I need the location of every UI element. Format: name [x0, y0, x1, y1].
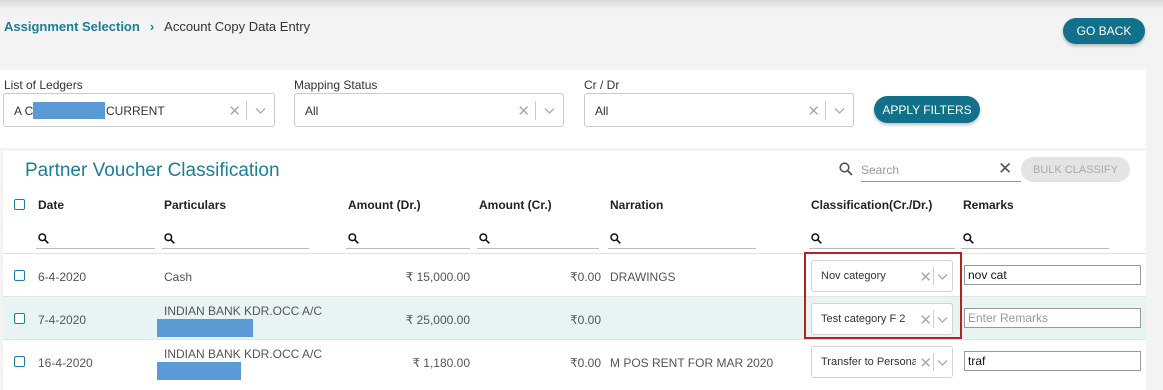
amount-dr-filter-input[interactable] [346, 229, 470, 249]
row-date: 16-4-2020 [38, 356, 93, 370]
column-header-particulars[interactable]: Particulars [164, 198, 226, 212]
mapping-status-label: Mapping Status [294, 78, 378, 92]
ledgers-select[interactable]: A C CURRENT ✕ [3, 93, 275, 127]
bulk-classify-button[interactable]: BULK CLASSIFY [1021, 157, 1130, 182]
search-icon [38, 233, 49, 244]
close-icon[interactable]: ✕ [998, 159, 1012, 179]
row-particulars: INDIAN BANK KDR.OCC A/C [164, 304, 323, 318]
remarks-filter-input[interactable] [961, 229, 1109, 249]
select-divider [933, 310, 934, 328]
search-icon [963, 233, 974, 244]
search-icon [479, 233, 490, 244]
cr-dr-value: All [595, 104, 609, 118]
chevron-down-icon[interactable] [937, 314, 948, 325]
mapping-status-value: All [305, 104, 319, 118]
breadcrumb-separator: › [149, 19, 155, 34]
voucher-classification-panel: Partner Voucher Classification ✕ BULK CL… [3, 151, 1146, 390]
select-divider [535, 101, 536, 120]
close-icon[interactable]: ✕ [919, 311, 932, 329]
chevron-down-icon[interactable] [255, 105, 266, 116]
row-amount-cr: ₹0.00 [570, 313, 601, 327]
row-amount-cr: ₹0.00 [570, 270, 601, 284]
particulars-filter-input[interactable] [162, 229, 309, 249]
row-narration: M POS RENT FOR MAR 2020 [610, 356, 774, 370]
cr-dr-select[interactable]: All ✕ [584, 93, 854, 127]
close-icon[interactable]: ✕ [228, 102, 241, 120]
classification-select[interactable]: Test category F 2 ✕ [811, 303, 953, 335]
table-row[interactable]: 7-4-2020 INDIAN BANK KDR.OCC A/C ₹ 25,00… [3, 296, 1146, 339]
column-header-remarks[interactable]: Remarks [963, 198, 1014, 212]
classification-value: Nov category [821, 270, 886, 282]
select-divider [825, 101, 826, 120]
search-icon [164, 233, 175, 244]
column-header-date[interactable]: Date [38, 198, 64, 212]
row-checkbox[interactable] [14, 313, 25, 324]
redaction-block [157, 362, 241, 380]
chevron-down-icon[interactable] [937, 271, 948, 282]
top-shadow [0, 0, 1163, 10]
row-narration: DRAWINGS [610, 270, 676, 284]
remarks-input[interactable]: nov cat [964, 265, 1141, 285]
date-filter-input[interactable] [36, 229, 155, 249]
ledgers-value-suffix: CURRENT [106, 104, 165, 118]
row-checkbox[interactable] [14, 270, 25, 281]
row-amount-dr: ₹ 1,180.00 [412, 356, 470, 370]
search-input[interactable] [861, 158, 1021, 182]
column-header-classification[interactable]: Classification(Cr./Dr.) [811, 198, 932, 212]
ledgers-value-prefix: A C [14, 104, 34, 118]
select-all-checkbox[interactable] [14, 199, 25, 210]
row-particulars: Cash [164, 270, 193, 284]
breadcrumb-assignment-selection[interactable]: Assignment Selection [4, 19, 140, 34]
row-amount-dr: ₹ 15,000.00 [405, 270, 470, 284]
amount-cr-filter-input[interactable] [477, 229, 599, 249]
search-icon [348, 233, 359, 244]
table-row[interactable]: 6-4-2020 Cash ₹ 15,000.00 ₹0.00 DRAWINGS… [3, 253, 1146, 296]
select-divider [933, 353, 934, 371]
row-amount-dr: ₹ 25,000.00 [405, 313, 470, 327]
breadcrumb-current: Account Copy Data Entry [164, 19, 311, 34]
chevron-down-icon[interactable] [834, 105, 845, 116]
column-header-amount-cr[interactable]: Amount (Cr.) [479, 198, 552, 212]
row-date: 6-4-2020 [38, 270, 87, 284]
go-back-button[interactable]: GO BACK [1063, 18, 1145, 44]
remarks-input[interactable]: traf [964, 351, 1141, 371]
row-amount-cr: ₹0.00 [570, 356, 601, 370]
classification-select[interactable]: Nov category ✕ [811, 260, 953, 292]
panel-title: Partner Voucher Classification [25, 160, 280, 181]
filters-panel: List of Ledgers A C CURRENT ✕ Mapping St… [0, 70, 1146, 148]
redaction-block [33, 102, 105, 119]
select-divider [246, 101, 247, 120]
column-header-amount-dr[interactable]: Amount (Dr.) [348, 198, 421, 212]
close-icon[interactable]: ✕ [807, 102, 820, 120]
select-divider [933, 267, 934, 285]
classification-value: Transfer to Personal ... [821, 356, 916, 368]
classification-select[interactable]: Transfer to Personal ... ✕ [811, 346, 953, 378]
breadcrumb: Assignment Selection › Account Copy Data… [4, 19, 310, 34]
search-icon [839, 162, 853, 176]
remarks-input[interactable] [964, 308, 1141, 328]
redaction-block [157, 319, 253, 337]
close-icon[interactable]: ✕ [517, 102, 530, 120]
ledgers-label: List of Ledgers [4, 78, 83, 92]
row-date: 7-4-2020 [38, 313, 87, 327]
search-icon [610, 233, 621, 244]
column-header-narration[interactable]: Narration [610, 198, 663, 212]
close-icon[interactable]: ✕ [919, 268, 932, 286]
classification-filter-input[interactable] [809, 229, 955, 249]
chevron-down-icon[interactable] [937, 357, 948, 368]
apply-filters-button[interactable]: APPLY FILTERS [874, 96, 980, 123]
row-particulars: INDIAN BANK KDR.OCC A/C [164, 347, 323, 361]
mapping-status-select[interactable]: All ✕ [294, 93, 564, 127]
search-icon [811, 233, 822, 244]
cr-dr-label: Cr / Dr [584, 78, 620, 92]
table-row[interactable]: 16-4-2020 INDIAN BANK KDR.OCC A/C ₹ 1,18… [3, 339, 1146, 382]
classification-value: Test category F 2 [821, 313, 906, 325]
chevron-down-icon[interactable] [544, 105, 555, 116]
row-checkbox[interactable] [14, 356, 25, 367]
close-icon[interactable]: ✕ [919, 354, 932, 372]
narration-filter-input[interactable] [608, 229, 756, 249]
